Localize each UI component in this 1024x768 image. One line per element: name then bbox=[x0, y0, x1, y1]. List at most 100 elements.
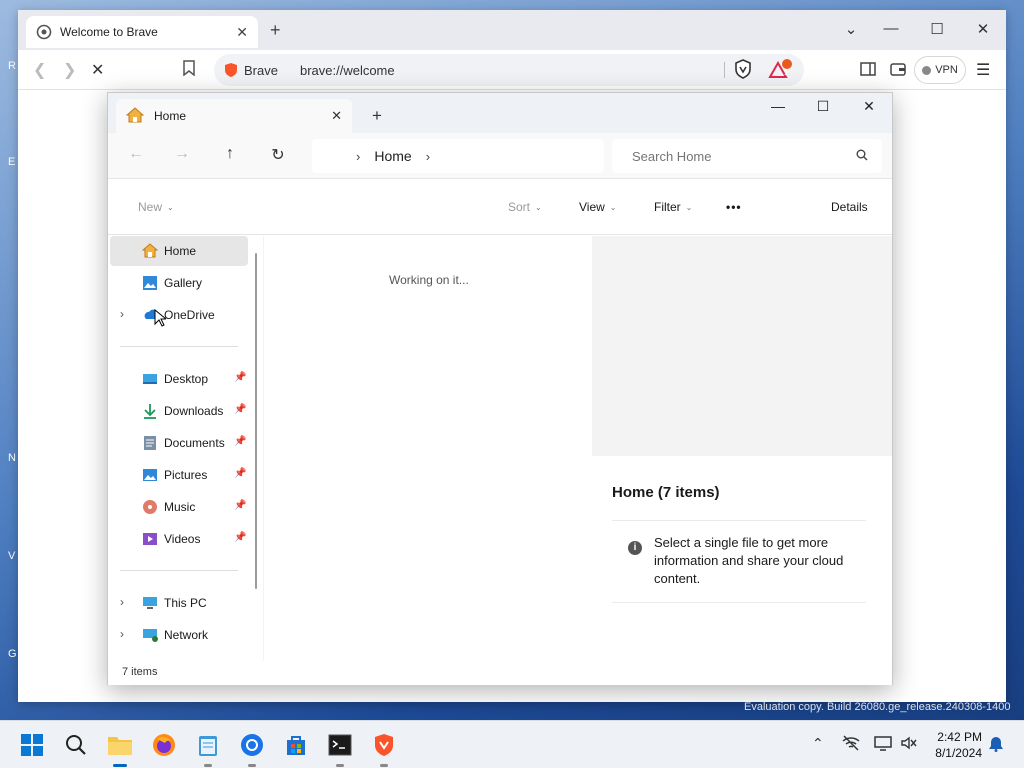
start-button[interactable] bbox=[16, 729, 48, 761]
sidebar-item-this-pc[interactable]: › This PC bbox=[110, 588, 248, 618]
close-icon[interactable]: ✕ bbox=[236, 24, 248, 41]
url-text[interactable]: brave://welcome bbox=[300, 63, 395, 78]
notification-bell-icon[interactable] bbox=[988, 736, 1004, 755]
taskbar-file-explorer[interactable] bbox=[104, 729, 136, 767]
sidebar-item-documents[interactable]: Documents 📌 bbox=[110, 428, 248, 458]
sidebar-item-gallery[interactable]: Gallery bbox=[110, 268, 248, 298]
sidebar-divider bbox=[120, 570, 238, 571]
sidebar-item-network[interactable]: › Network bbox=[110, 620, 248, 650]
brave-icon bbox=[36, 24, 52, 40]
taskbar-notepad[interactable] bbox=[192, 729, 224, 767]
breadcrumb-home[interactable]: Home bbox=[374, 148, 411, 164]
maximize-icon[interactable]: ☐ bbox=[811, 98, 835, 115]
home-icon bbox=[141, 243, 159, 259]
forward-icon[interactable]: → bbox=[172, 145, 192, 163]
chevron-right-icon[interactable]: › bbox=[120, 627, 124, 641]
desktop-icon-label[interactable]: R bbox=[8, 60, 16, 72]
back-icon[interactable]: ❮ bbox=[33, 60, 46, 80]
system-clock[interactable]: 2:42 PM 8/1/2024 bbox=[930, 729, 982, 761]
breadcrumb[interactable]: › Home › bbox=[312, 139, 604, 173]
sidebar-item-onedrive[interactable]: › OneDrive bbox=[110, 300, 248, 330]
stop-icon[interactable]: ✕ bbox=[91, 60, 104, 80]
sidebar-icon[interactable] bbox=[860, 62, 876, 81]
pin-icon[interactable]: 📌 bbox=[234, 500, 246, 511]
sidebar-item-music[interactable]: Music 📌 bbox=[110, 492, 248, 522]
desktop-icon-label[interactable]: N bbox=[8, 452, 16, 464]
browser-tab-welcome[interactable]: Welcome to Brave ✕ bbox=[26, 16, 258, 48]
shield-icon[interactable] bbox=[734, 59, 752, 84]
minimize-icon[interactable]: — bbox=[881, 20, 901, 37]
sidebar-item-label: This PC bbox=[164, 596, 207, 610]
search-button[interactable] bbox=[60, 729, 92, 761]
chevron-up-icon[interactable]: ⌃ bbox=[812, 735, 824, 752]
details-button[interactable]: Details bbox=[831, 200, 868, 214]
desktop-icon-label[interactable]: E bbox=[8, 156, 15, 168]
taskbar-terminal[interactable] bbox=[324, 729, 356, 767]
vpn-label: VPN bbox=[935, 64, 958, 76]
display-icon[interactable] bbox=[874, 735, 892, 754]
pin-icon[interactable]: 📌 bbox=[234, 468, 246, 479]
site-label: Brave bbox=[244, 62, 278, 78]
network-status-icon[interactable] bbox=[842, 735, 860, 754]
chevron-right-icon[interactable]: › bbox=[426, 149, 430, 164]
explorer-navbar: ← → ↑ ↻ › Home › bbox=[108, 133, 892, 179]
pictures-icon bbox=[142, 467, 158, 483]
chevron-down-icon: ⌄ bbox=[535, 202, 542, 212]
pin-icon[interactable]: 📌 bbox=[234, 404, 246, 415]
chevron-down-icon[interactable]: ⌄ bbox=[841, 20, 861, 38]
pin-icon[interactable]: 📌 bbox=[234, 532, 246, 543]
sidebar-item-home[interactable]: Home bbox=[110, 236, 248, 266]
close-icon[interactable]: ✕ bbox=[331, 108, 342, 124]
explorer-titlebar: Home ✕ + — ☐ ✕ bbox=[108, 93, 892, 133]
more-options-button[interactable]: ••• bbox=[726, 200, 742, 214]
wallet-icon[interactable] bbox=[890, 62, 906, 81]
explorer-tab-home[interactable]: Home ✕ bbox=[116, 99, 352, 133]
sidebar-item-videos[interactable]: Videos 📌 bbox=[110, 524, 248, 554]
bookmark-icon[interactable] bbox=[182, 60, 196, 81]
taskbar-chrome[interactable] bbox=[236, 729, 268, 767]
view-button[interactable]: View ⌄ bbox=[579, 200, 617, 214]
address-bar[interactable]: Brave brave://welcome bbox=[214, 54, 804, 86]
minimize-icon[interactable]: — bbox=[766, 98, 790, 114]
volume-icon[interactable] bbox=[900, 735, 918, 754]
desktop-icon-label[interactable]: G bbox=[8, 648, 17, 660]
close-icon[interactable]: ✕ bbox=[973, 20, 993, 38]
plus-icon[interactable]: + bbox=[372, 106, 382, 126]
sidebar-item-pictures[interactable]: Pictures 📌 bbox=[110, 460, 248, 490]
search-input[interactable] bbox=[632, 148, 832, 164]
sort-button[interactable]: Sort ⌄ bbox=[508, 200, 542, 214]
chevron-right-icon[interactable]: › bbox=[356, 149, 360, 164]
maximize-icon[interactable]: ☐ bbox=[927, 20, 947, 38]
rewards-badge: 1 bbox=[784, 68, 789, 77]
taskbar-store[interactable] bbox=[280, 729, 312, 761]
taskbar-firefox[interactable] bbox=[148, 729, 180, 761]
details-title: Home (7 items) bbox=[612, 484, 720, 501]
sidebar-item-downloads[interactable]: Downloads 📌 bbox=[110, 396, 248, 426]
filter-button[interactable]: Filter ⌄ bbox=[654, 200, 692, 214]
music-icon bbox=[142, 499, 158, 515]
sidebar-item-desktop[interactable]: Desktop 📌 bbox=[110, 364, 248, 394]
sidebar-item-label: Music bbox=[164, 500, 196, 514]
navigation-pane: Home Gallery › OneDrive Desktop 📌 Downlo… bbox=[108, 236, 263, 661]
back-icon[interactable]: ← bbox=[126, 145, 146, 163]
close-icon[interactable]: ✕ bbox=[857, 98, 881, 115]
forward-icon[interactable]: ❯ bbox=[63, 60, 76, 80]
vpn-button[interactable]: VPN bbox=[914, 56, 966, 84]
refresh-icon[interactable]: ↻ bbox=[268, 145, 288, 165]
running-indicator bbox=[248, 764, 256, 767]
menu-icon[interactable]: ☰ bbox=[976, 60, 990, 80]
pin-icon[interactable]: 📌 bbox=[234, 436, 246, 447]
running-indicator bbox=[336, 764, 344, 767]
chevron-right-icon[interactable]: › bbox=[120, 595, 124, 609]
chevron-right-icon[interactable]: › bbox=[120, 307, 124, 321]
sidebar-scrollbar[interactable] bbox=[255, 253, 257, 589]
terminal-icon bbox=[328, 734, 352, 756]
url-separator bbox=[724, 62, 725, 78]
up-icon[interactable]: ↑ bbox=[220, 145, 240, 163]
plus-icon[interactable]: + bbox=[270, 20, 281, 41]
taskbar-brave[interactable] bbox=[368, 729, 400, 767]
search-box[interactable] bbox=[612, 139, 882, 173]
pin-icon[interactable]: 📌 bbox=[234, 372, 246, 383]
new-button[interactable]: New ⌄ bbox=[138, 200, 174, 214]
desktop-icon-label[interactable]: V bbox=[8, 550, 15, 562]
